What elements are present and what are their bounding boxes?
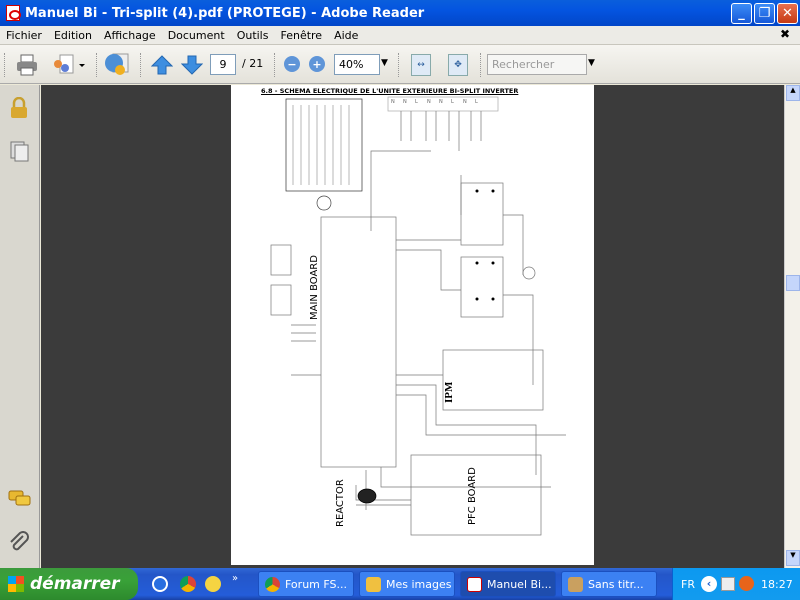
terminal-label: N	[391, 99, 395, 105]
menu-affichage[interactable]: Affichage	[104, 29, 156, 42]
pfc-board-label: PFC BOARD	[467, 467, 478, 525]
terminal-block: N N L N N L N L	[391, 99, 487, 105]
previous-page-button[interactable]	[150, 53, 174, 77]
window-title: Manuel Bi - Tri-split (4).pdf (PROTEGE) …	[25, 5, 425, 21]
ipm-label: IPM	[443, 381, 455, 403]
menu-document[interactable]: Document	[168, 29, 225, 42]
zoom-out-button[interactable]: −	[284, 56, 300, 72]
attachments-icon[interactable]	[8, 531, 30, 558]
next-page-button[interactable]	[180, 53, 204, 77]
task-label: Sans titr...	[588, 577, 644, 591]
sun-icon[interactable]	[205, 576, 221, 592]
zoom-dropdown-arrow[interactable]: ▼	[381, 58, 388, 68]
search-dropdown-arrow[interactable]: ▼	[588, 58, 595, 68]
pages-icon[interactable]	[10, 141, 30, 166]
arrow-up-icon	[151, 55, 173, 75]
task-label: Manuel Bi...	[487, 577, 552, 591]
pdf-page: 6.8 - SCHEMA ELECTRIQUE DE L'UNITE EXTER…	[231, 85, 594, 565]
scroll-up-button[interactable]: ▲	[786, 85, 800, 101]
chrome-icon[interactable]	[180, 576, 196, 592]
terminal-label: L	[475, 99, 478, 105]
vertical-scrollbar[interactable]: ▲ ▼	[784, 85, 800, 568]
folder-icon	[366, 577, 381, 592]
wiring-diagram	[270, 96, 566, 536]
fit-page-button[interactable]: ✥	[448, 54, 468, 76]
minus-icon: −	[287, 57, 297, 71]
task-label: Mes images	[386, 577, 452, 591]
taskbar: démarrer » Forum FS... Mes images Manuel…	[0, 568, 800, 600]
scroll-thumb[interactable]	[786, 275, 800, 291]
task-paint[interactable]: Sans titr...	[561, 571, 657, 597]
ie-icon[interactable]	[152, 576, 168, 592]
start-button[interactable]: démarrer	[0, 568, 138, 600]
restore-button[interactable]: ❐	[754, 3, 775, 24]
clock: 18:27	[761, 578, 793, 591]
page-total: / 21	[242, 57, 264, 70]
plus-icon: +	[312, 57, 322, 71]
paint-icon	[568, 577, 583, 592]
search-input[interactable]: Rechercher	[487, 54, 587, 75]
main-board-label: MAIN BOARD	[309, 255, 320, 320]
reactor-label: REACTOR	[335, 479, 346, 527]
task-manuel[interactable]: Manuel Bi...	[460, 571, 556, 597]
terminal-label: N	[403, 99, 407, 105]
show-more-icon[interactable]: »	[232, 573, 238, 584]
arrow-down-icon	[181, 55, 203, 75]
chrome-icon	[265, 577, 280, 592]
terminal-label: N	[427, 99, 431, 105]
menu-fichier[interactable]: Fichier	[6, 29, 42, 42]
users-document-icon	[54, 54, 85, 74]
windows-logo-icon	[8, 576, 24, 592]
printer-icon	[17, 54, 37, 76]
terminal-label: N	[463, 99, 467, 105]
close-document-icon[interactable]: ✖	[780, 27, 790, 41]
page-number-input[interactable]: 9	[210, 54, 236, 75]
adobe-pdf-icon	[6, 5, 21, 21]
fit-width-icon: ↔	[417, 60, 425, 70]
comments-icon[interactable]	[8, 489, 32, 512]
secure-button[interactable]	[103, 51, 131, 79]
toolbar: 9 / 21 − + 40% ▼ ↔ ✥ Rechercher ▼	[0, 45, 800, 84]
lock-icon[interactable]	[9, 96, 29, 122]
globe-gear-icon	[105, 53, 129, 75]
close-button[interactable]: ✕	[777, 3, 798, 24]
tray-app-icon[interactable]	[721, 577, 735, 591]
zoom-in-button[interactable]: +	[309, 56, 325, 72]
menu-bar: Fichier Edition Affichage Document Outil…	[0, 26, 800, 45]
collapse-tray-icon[interactable]: ‹	[701, 576, 717, 592]
system-tray: FR ‹ 18:27	[672, 568, 800, 600]
terminal-label: N	[439, 99, 443, 105]
menu-fenetre[interactable]: Fenêtre	[280, 29, 322, 42]
menu-aide[interactable]: Aide	[334, 29, 358, 42]
title-bar: Manuel Bi - Tri-split (4).pdf (PROTEGE) …	[0, 0, 800, 26]
start-label: démarrer	[30, 574, 120, 594]
terminal-label: L	[451, 99, 454, 105]
terminal-label: L	[415, 99, 418, 105]
language-indicator[interactable]: FR	[681, 578, 695, 591]
menu-outils[interactable]: Outils	[237, 29, 269, 42]
minimize-button[interactable]: _	[731, 3, 752, 24]
tray-avast-icon[interactable]	[739, 576, 754, 591]
print-button[interactable]	[14, 53, 40, 77]
adobe-pdf-icon	[467, 577, 482, 592]
scroll-down-button[interactable]: ▼	[786, 550, 800, 566]
navigation-pane	[0, 85, 40, 568]
fit-width-button[interactable]: ↔	[411, 54, 431, 76]
zoom-input[interactable]: 40%	[334, 54, 380, 75]
task-label: Forum FS...	[285, 577, 347, 591]
task-forum[interactable]: Forum FS...	[258, 571, 354, 597]
fit-page-icon: ✥	[454, 60, 462, 70]
menu-edition[interactable]: Edition	[54, 29, 92, 42]
task-mes-images[interactable]: Mes images	[359, 571, 455, 597]
collaborate-button[interactable]	[50, 53, 86, 77]
